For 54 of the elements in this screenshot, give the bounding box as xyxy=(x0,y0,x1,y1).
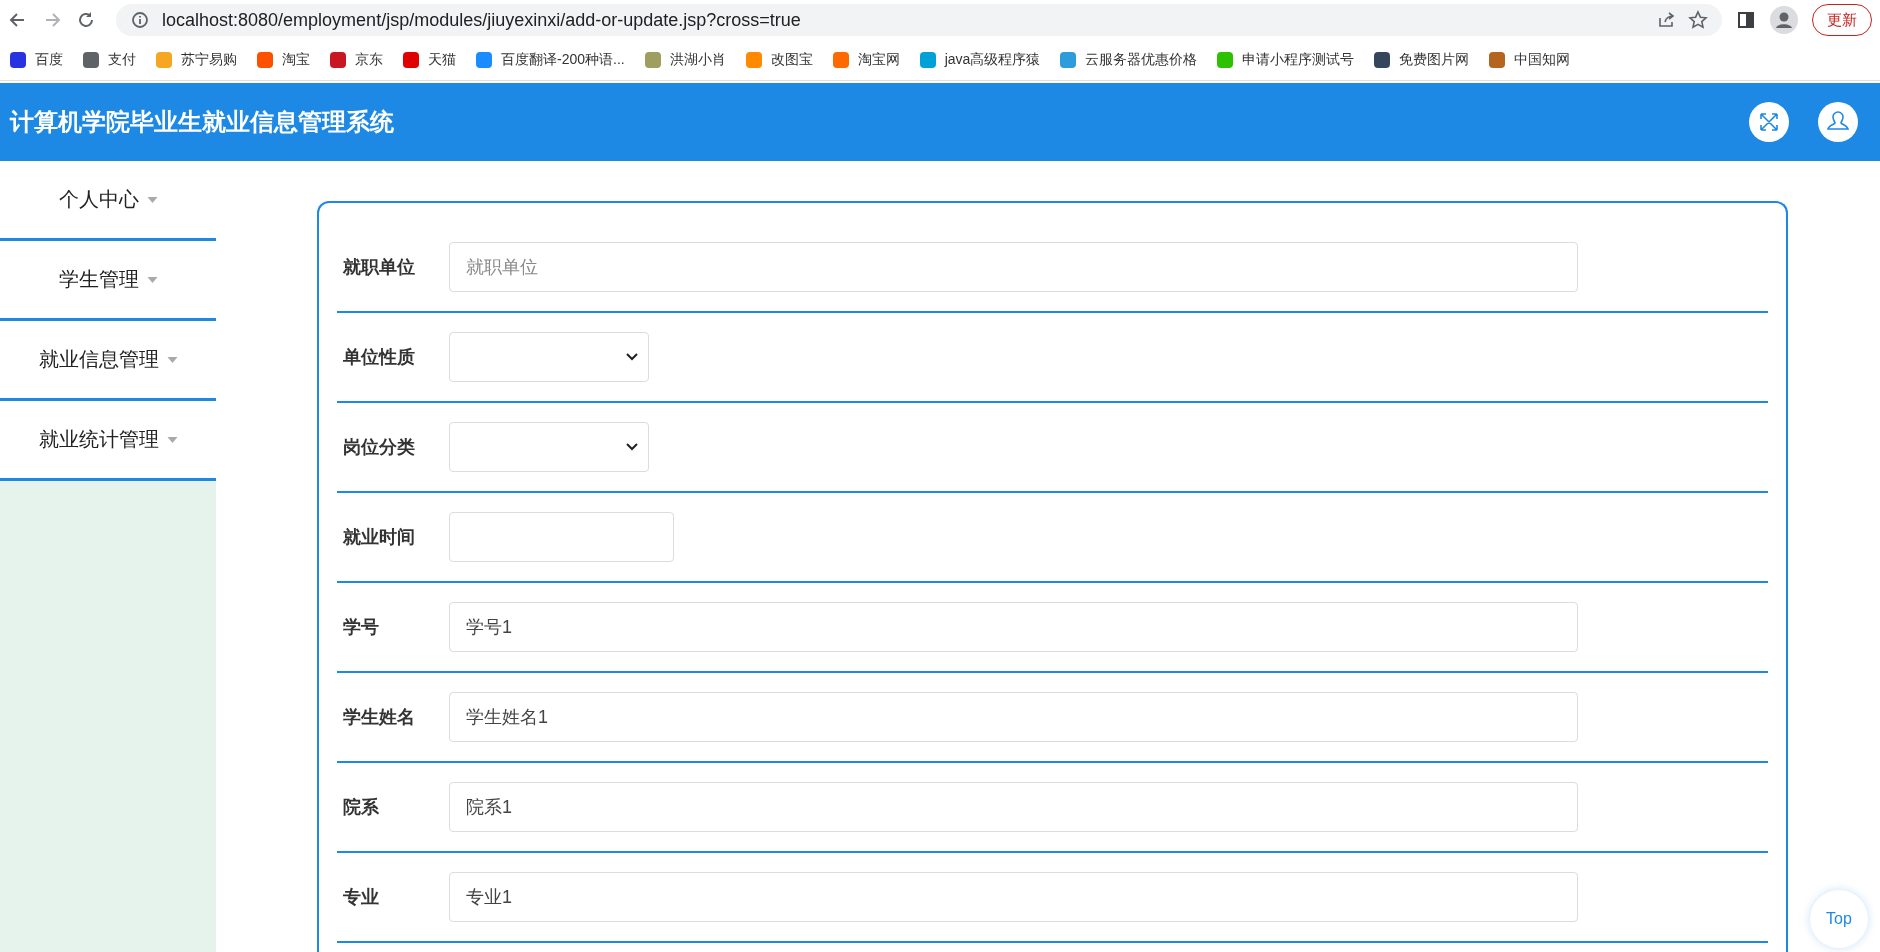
field-label: 学号 xyxy=(342,616,380,639)
bookmark-link[interactable]: 洪湖小肖 xyxy=(644,51,726,69)
bookmark-link[interactable]: 百度翻译-200种语... xyxy=(476,51,625,69)
share-icon[interactable] xyxy=(1656,10,1676,30)
input-field[interactable]: 学生姓名1 xyxy=(449,692,1578,742)
profile-icon[interactable] xyxy=(1770,6,1798,34)
field-label: 就业时间 xyxy=(342,526,416,549)
bookmark-link[interactable]: 淘宝 xyxy=(257,51,310,69)
input-field[interactable]: 学号1 xyxy=(449,602,1578,652)
chevron-icon xyxy=(626,353,638,361)
caret-icon xyxy=(166,436,178,443)
address-bar[interactable]: localhost:8080/employment/jsp/modules/jiuyexinxi/add-or-update.jsp?cross=true xyxy=(116,4,1722,36)
caret-icon xyxy=(166,356,178,363)
bookmark-link[interactable]: 苏宁易购 xyxy=(156,51,237,69)
field-label: 学生姓名 xyxy=(342,706,416,729)
menu-label: 学生管理 xyxy=(58,267,139,292)
star-icon[interactable] xyxy=(1688,10,1708,30)
fullscreen-icon[interactable] xyxy=(1749,102,1789,142)
bookmark-link[interactable]: java高级程序猿 xyxy=(919,51,1041,69)
bookmark-link[interactable]: 淘宝网 xyxy=(832,51,900,69)
reload-icon[interactable] xyxy=(76,10,96,30)
bookmark-link[interactable]: 申请小程序测试号 xyxy=(1217,51,1355,69)
bookmark-link[interactable]: 支付 xyxy=(83,51,136,69)
field-label: 岗位分类 xyxy=(342,436,416,459)
input-field[interactable]: 就职单位 xyxy=(449,242,1578,292)
bookmark-link[interactable]: 百度 xyxy=(10,51,63,69)
menu-label: 就业信息管理 xyxy=(38,347,159,372)
input-field[interactable]: 专业1 xyxy=(449,872,1578,922)
url-text: localhost:8080/employment/jsp/modules/jiuyexinxi/add-or-update.jsp?cross=true xyxy=(162,9,801,31)
field-label: 专业 xyxy=(342,886,380,909)
chevron-icon xyxy=(626,443,638,451)
bookmark-link[interactable]: 免费图片网 xyxy=(1374,51,1470,69)
date-field[interactable] xyxy=(449,512,674,562)
select-field[interactable] xyxy=(449,422,649,472)
bookmark-link[interactable]: 云服务器优惠价格 xyxy=(1060,51,1198,69)
info-icon[interactable] xyxy=(130,10,150,30)
update-button[interactable]: 更新 xyxy=(1812,4,1872,36)
side-panel-icon[interactable] xyxy=(1736,10,1756,30)
field-label: 就职单位 xyxy=(342,256,416,279)
user-icon[interactable] xyxy=(1818,102,1858,142)
app-title: 计算机学院毕业生就业信息管理系统 xyxy=(10,107,394,137)
menu-label: 就业统计管理 xyxy=(38,427,159,452)
bookmark-link[interactable]: 改图宝 xyxy=(745,51,813,69)
caret-icon xyxy=(146,196,158,203)
caret-icon xyxy=(146,276,158,283)
field-label: 单位性质 xyxy=(342,346,416,369)
bookmark-link[interactable]: 天猫 xyxy=(403,51,456,69)
input-field[interactable]: 院系1 xyxy=(449,782,1578,832)
menu-label: 个人中心 xyxy=(58,187,139,212)
bookmark-link[interactable]: 中国知网 xyxy=(1489,51,1571,69)
back-to-top-button[interactable]: Top xyxy=(1810,890,1868,948)
select-field[interactable] xyxy=(449,332,649,382)
field-label: 院系 xyxy=(342,796,380,819)
bookmark-link[interactable]: 京东 xyxy=(330,51,383,69)
